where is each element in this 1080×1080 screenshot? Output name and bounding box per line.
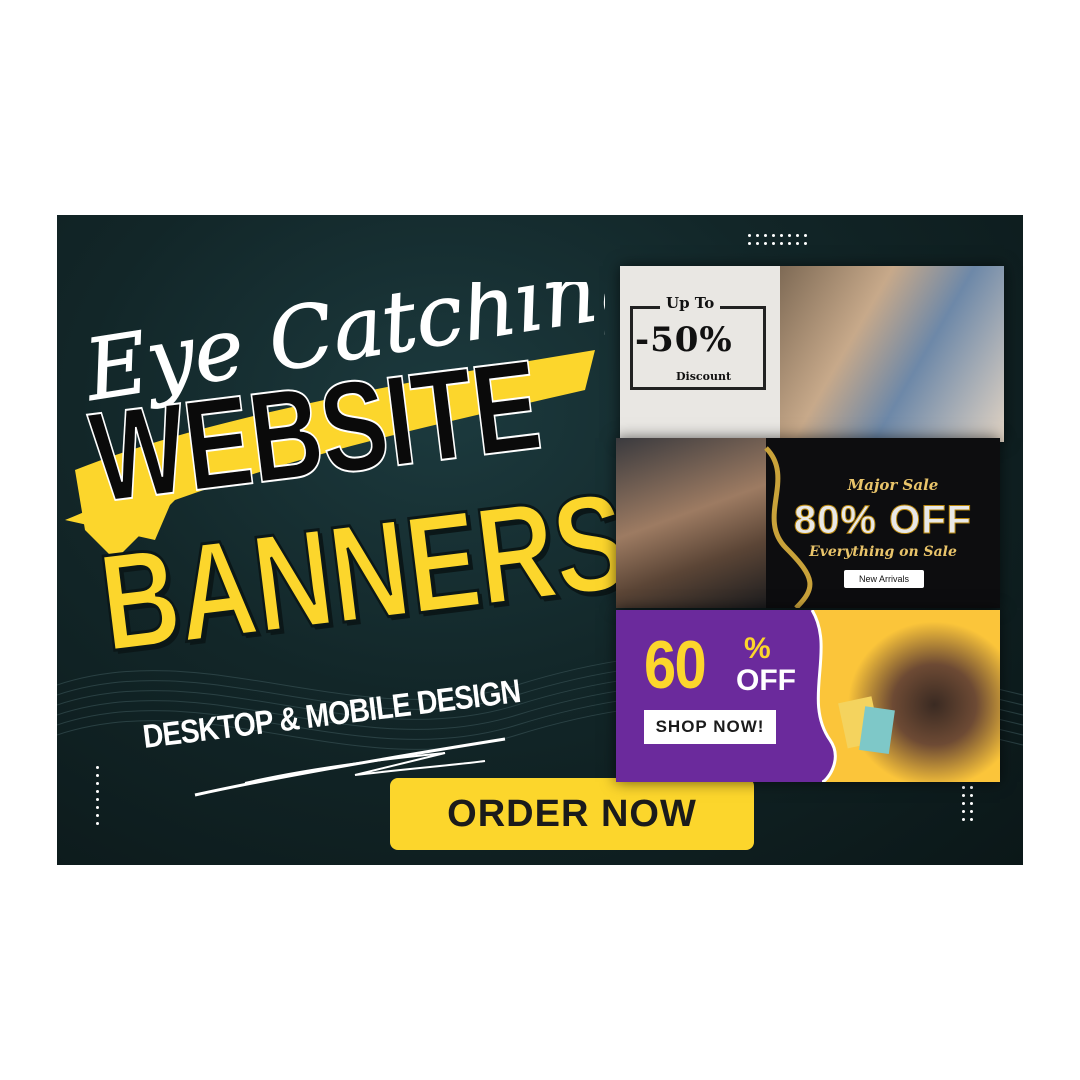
dots-left (96, 766, 99, 825)
sale-value: 80% OFF (793, 498, 973, 543)
shop-now-button[interactable]: SHOP NOW! (644, 710, 776, 744)
major-sale-label: Major Sale (847, 476, 939, 494)
banner-card-major-sale[interactable]: Major Sale 80% OFF Everything on Sale Ne… (616, 438, 1000, 608)
dots-right (962, 786, 973, 821)
discount-value: -50% (635, 320, 733, 360)
two-women-photo (616, 438, 766, 608)
everything-on-sale-label: Everything on Sale (809, 544, 957, 560)
sixty-value: 60 (644, 627, 707, 703)
banner-card-60-off[interactable]: 60 % OFF SHOP NOW! (616, 610, 1000, 782)
discount-label: Discount (676, 370, 732, 383)
dots-top-right (748, 234, 807, 245)
order-now-button[interactable]: ORDER NOW (390, 778, 754, 850)
new-arrivals-button[interactable]: New Arrivals (844, 570, 924, 588)
banner-card-discount-50[interactable]: Up To -50% Discount (620, 266, 1004, 442)
off-label: OFF (736, 664, 796, 697)
women-group-photo (780, 266, 1004, 442)
upto-label: Up To (660, 294, 721, 312)
percent-sign: % (744, 632, 771, 665)
shopping-bags-icon (838, 696, 895, 755)
